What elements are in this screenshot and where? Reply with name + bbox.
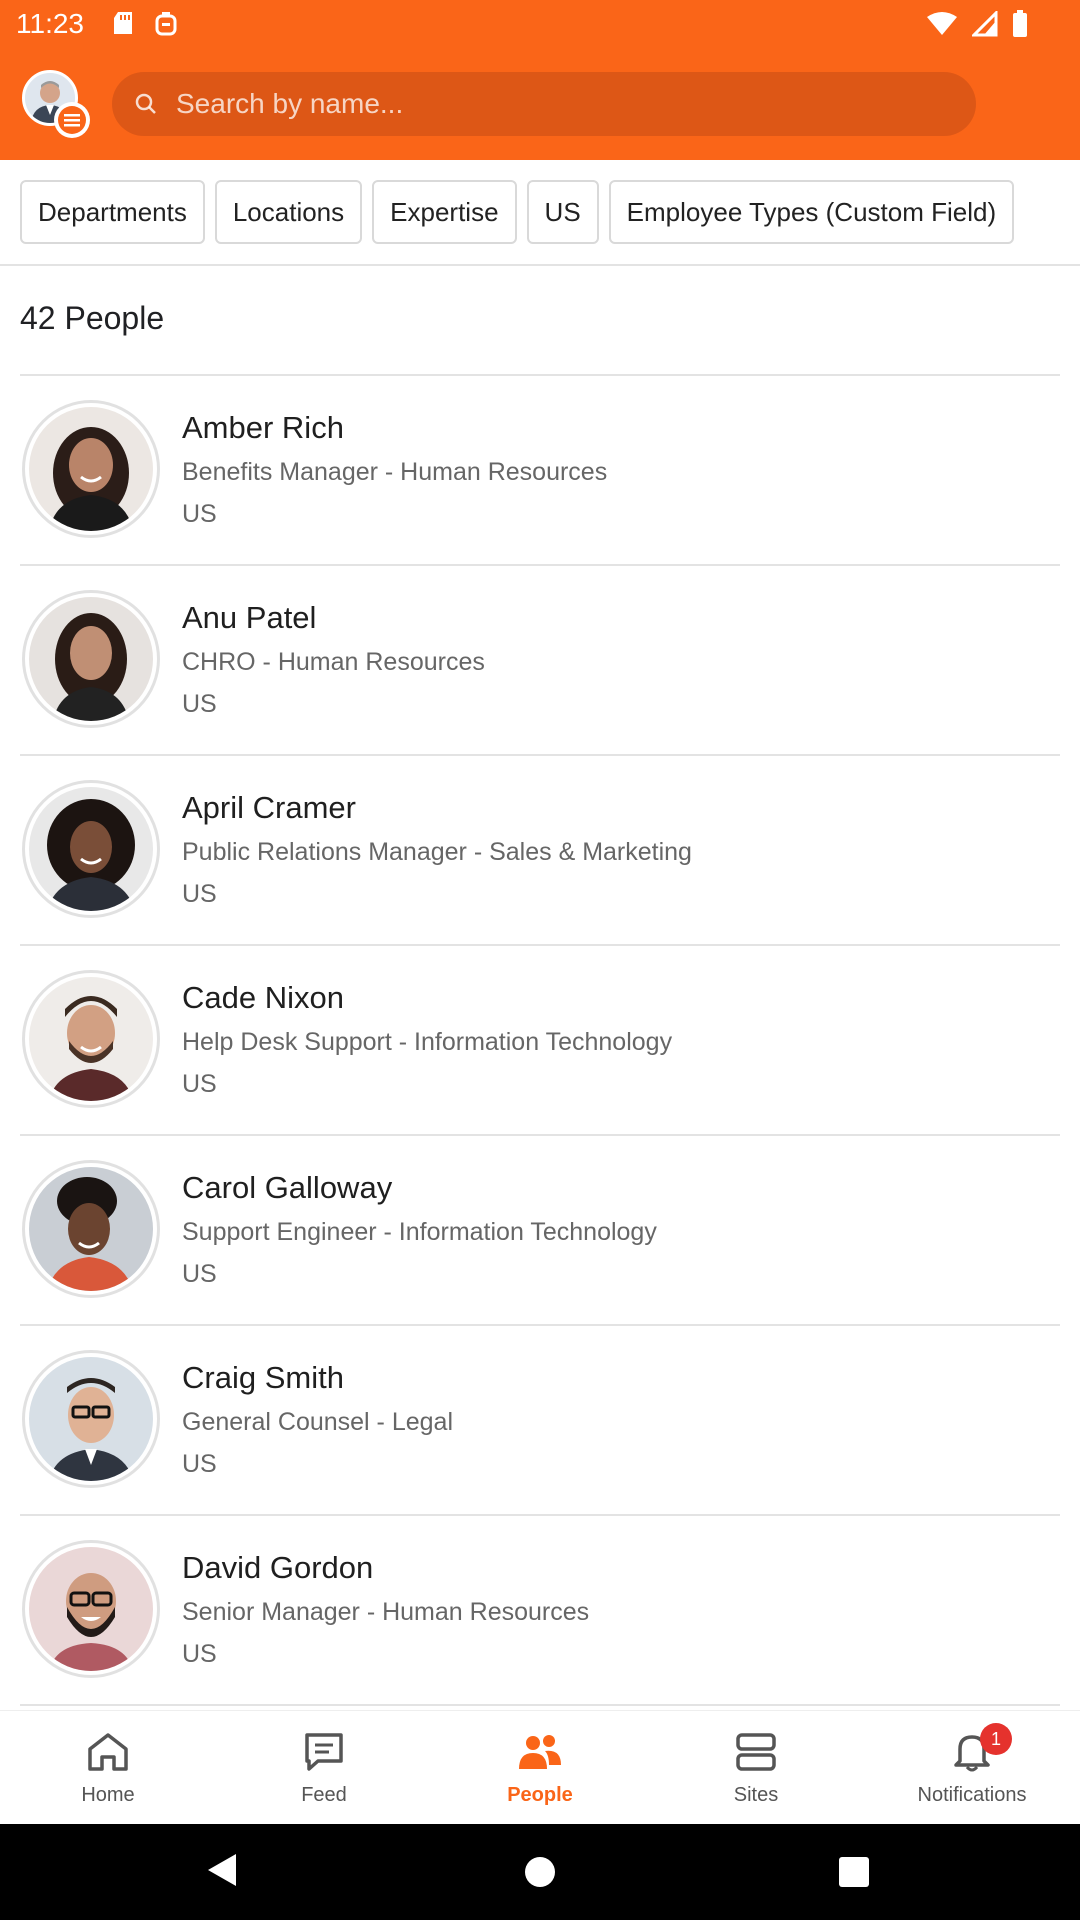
person-title: Benefits Manager - Human Resources — [182, 458, 608, 486]
nav-notifications[interactable]: 1 Notifications — [864, 1711, 1080, 1824]
status-bar: 11:23 — [0, 0, 1080, 50]
back-icon[interactable] — [206, 1852, 238, 1893]
person-title: Support Engineer - Information Technolog… — [182, 1218, 657, 1246]
nav-people-label: People — [507, 1784, 573, 1806]
person-avatar — [22, 400, 160, 538]
app-header: 11:23 — [0, 0, 1080, 160]
person-title: Public Relations Manager - Sales & Marke… — [182, 838, 692, 866]
person-title: CHRO - Human Resources — [182, 648, 485, 676]
nav-sites-label: Sites — [733, 1784, 779, 1806]
person-location: US — [182, 690, 217, 718]
person-row[interactable]: Craig Smith General Counsel - Legal US — [20, 1326, 1060, 1516]
wifi-icon — [926, 11, 958, 42]
search-bar[interactable] — [112, 72, 976, 136]
nav-notifications-label: Notifications — [917, 1784, 1027, 1806]
filter-expertise[interactable]: Expertise — [372, 180, 517, 244]
battery-icon — [1012, 10, 1028, 43]
assistant-icon — [154, 10, 178, 43]
person-title: General Counsel - Legal — [182, 1408, 453, 1436]
feed-icon — [302, 1731, 346, 1778]
person-location: US — [182, 1070, 217, 1098]
search-input[interactable] — [176, 88, 936, 120]
person-row[interactable]: David Gordon Senior Manager - Human Reso… — [20, 1516, 1060, 1706]
home-icon — [86, 1731, 130, 1778]
person-name: Anu Patel — [182, 600, 317, 635]
person-avatar — [22, 1540, 160, 1678]
nav-sites[interactable]: Sites — [648, 1711, 864, 1824]
person-title: Senior Manager - Human Resources — [182, 1598, 590, 1626]
nav-home-label: Home — [81, 1784, 135, 1806]
person-avatar — [22, 1160, 160, 1298]
sites-icon — [734, 1731, 778, 1778]
notification-badge: 1 — [980, 1723, 1012, 1755]
people-count: 42 People — [20, 300, 165, 336]
nav-feed[interactable]: Feed — [216, 1711, 432, 1824]
bottom-navigation: Home Feed People Sites 1 Notifications — [0, 1710, 1080, 1824]
person-name: Carol Galloway — [182, 1170, 393, 1205]
signal-icon — [970, 9, 998, 42]
filter-chips: Departments Locations Expertise US Emplo… — [0, 160, 1080, 266]
home-button-icon[interactable] — [524, 1856, 556, 1893]
recents-icon[interactable] — [838, 1856, 870, 1893]
profile-menu-button[interactable] — [22, 70, 90, 138]
person-location: US — [182, 1640, 217, 1668]
person-row[interactable]: Cade Nixon Help Desk Support - Informati… — [20, 946, 1060, 1136]
search-icon — [134, 92, 158, 116]
person-name: Craig Smith — [182, 1360, 344, 1395]
menu-icon — [54, 102, 90, 138]
person-name: April Cramer — [182, 790, 356, 825]
person-location: US — [182, 1260, 217, 1288]
filter-departments[interactable]: Departments — [20, 180, 205, 244]
person-row[interactable]: April Cramer Public Relations Manager - … — [20, 756, 1060, 946]
status-time: 11:23 — [16, 8, 84, 39]
nav-home[interactable]: Home — [0, 1711, 216, 1824]
person-row[interactable]: Anu Patel CHRO - Human Resources US — [20, 566, 1060, 756]
nav-people[interactable]: People — [432, 1711, 648, 1824]
person-row[interactable]: Carol Galloway Support Engineer - Inform… — [20, 1136, 1060, 1326]
person-avatar — [22, 590, 160, 728]
person-location: US — [182, 880, 217, 908]
person-location: US — [182, 1450, 217, 1478]
filter-locations[interactable]: Locations — [214, 180, 363, 244]
person-avatar — [22, 780, 160, 918]
sd-card-icon — [112, 10, 134, 41]
person-avatar — [22, 970, 160, 1108]
people-list: Amber Rich Benefits Manager - Human Reso… — [20, 374, 1060, 1706]
person-row[interactable]: Amber Rich Benefits Manager - Human Reso… — [20, 376, 1060, 566]
person-location: US — [182, 500, 217, 528]
filter-us[interactable]: US — [526, 180, 599, 244]
person-title: Help Desk Support - Information Technolo… — [182, 1028, 673, 1056]
person-name: Cade Nixon — [182, 980, 344, 1015]
person-avatar — [22, 1350, 160, 1488]
filter-employee-types[interactable]: Employee Types (Custom Field) — [608, 180, 1015, 244]
nav-feed-label: Feed — [301, 1784, 347, 1806]
system-navigation-bar — [0, 1824, 1080, 1920]
person-name: David Gordon — [182, 1550, 374, 1585]
person-name: Amber Rich — [182, 410, 344, 445]
people-icon — [517, 1731, 563, 1778]
